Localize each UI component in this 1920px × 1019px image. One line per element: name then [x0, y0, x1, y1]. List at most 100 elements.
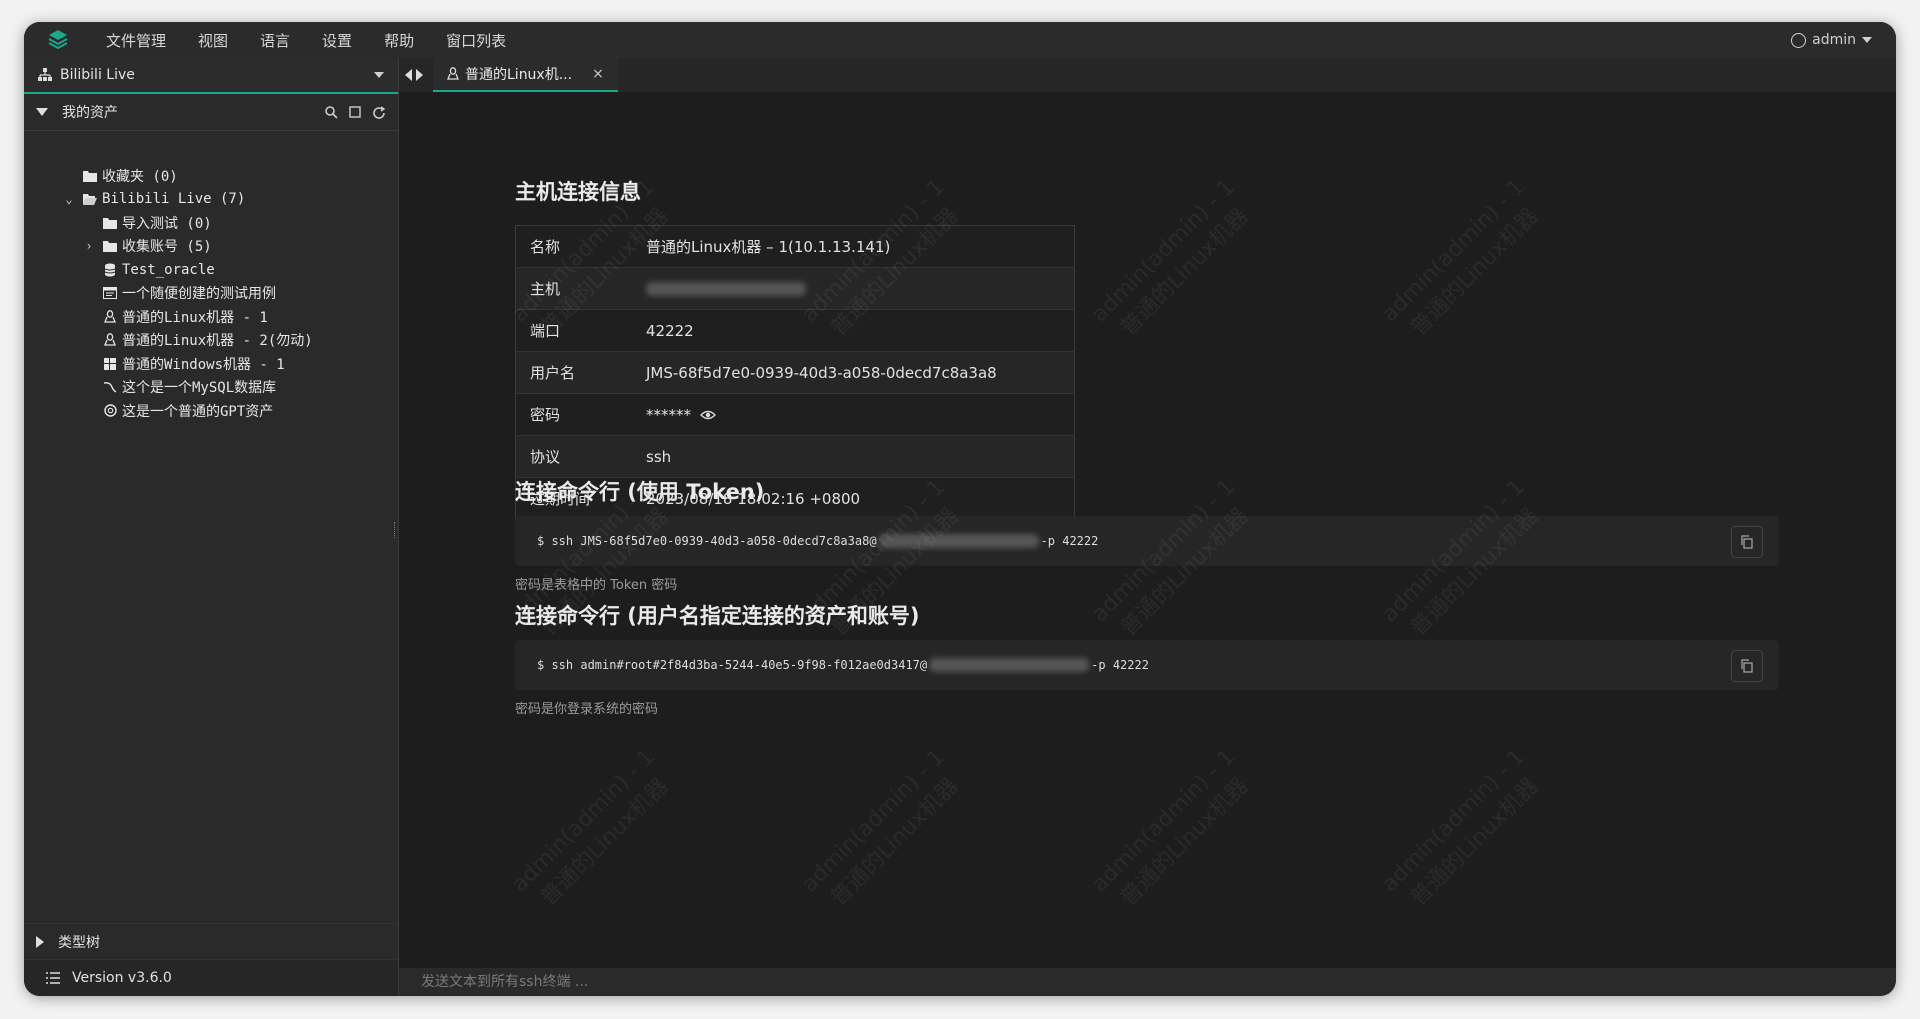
folder-open-icon	[82, 193, 98, 206]
watermark-line: admin(admin) - 1	[1377, 174, 1530, 328]
table-row: 名称 普通的Linux机器 – 1(10.1.13.141)	[515, 225, 1075, 268]
tree-node-label: 这个是一个MySQL数据库	[122, 380, 277, 397]
menu-language[interactable]: 语言	[244, 30, 306, 51]
eye-icon[interactable]	[699, 409, 716, 421]
broadcast-input[interactable]	[419, 973, 1223, 991]
row-key: 密码	[515, 393, 632, 436]
table-row: 端口 42222	[515, 309, 1075, 352]
tree-node-label: Bilibili Live (7)	[102, 191, 246, 208]
command-suffix: -p 42222	[1091, 658, 1149, 672]
menu-file[interactable]: 文件管理	[90, 30, 182, 51]
linux-icon	[447, 67, 459, 80]
tree-node[interactable]: Test_oracle	[24, 258, 398, 282]
command-suffix: -p 42222	[1040, 534, 1099, 548]
folder-icon	[102, 217, 118, 229]
user-icon	[1791, 32, 1807, 48]
close-icon[interactable]: ×	[592, 66, 604, 82]
asset-tree: 收藏夹 (0) ⌄ Bilibili Live (7) 导入测试 (0) › 收集账号 (…	[24, 164, 398, 423]
tab-linux-machine[interactable]: 普通的Linux机... ×	[433, 58, 618, 92]
watermark: admin(admin) - 1普通的Linux机器	[796, 743, 973, 920]
host-info-title: 主机连接信息	[515, 180, 641, 204]
tree-node[interactable]: 普通的Linux机器 - 1	[24, 305, 398, 329]
arrow-left-icon[interactable]	[405, 69, 412, 81]
user-menu[interactable]: admin	[1791, 22, 1872, 58]
tree-node[interactable]: 普通的Windows机器 - 1	[24, 352, 398, 376]
chevron-down-icon[interactable]: ⌄	[62, 192, 76, 206]
row-key: 用户名	[515, 351, 632, 394]
chevron-right-icon[interactable]: ›	[82, 239, 96, 253]
tree-node-label: 收集账号 (5)	[122, 239, 212, 256]
windows-icon	[102, 357, 118, 370]
watermark-line: 普通的Linux机器	[1406, 203, 1544, 341]
search-icon[interactable]	[324, 105, 338, 119]
tree-node-label: 收藏夹 (0)	[102, 168, 178, 185]
my-assets-title: 我的资产	[62, 105, 118, 121]
row-value: 普通的Linux机器 – 1(10.1.13.141)	[632, 225, 1075, 268]
tree-node[interactable]: 这是一个普通的GPT资产	[24, 399, 398, 423]
sidebar-resize-handle[interactable]	[394, 522, 398, 538]
tab-label: 普通的Linux机...	[465, 67, 573, 83]
app-logo-icon	[48, 30, 68, 50]
command-prefix: $ ssh admin#root#2f84d3ba-5244-40e5-9f98…	[537, 658, 928, 672]
type-tree-header[interactable]: 类型树	[24, 923, 398, 960]
copy-button[interactable]	[1731, 526, 1763, 558]
menu-help[interactable]: 帮助	[368, 30, 430, 51]
tab-scroll-arrows[interactable]	[405, 69, 423, 81]
type-tree-title: 类型树	[58, 935, 100, 951]
menu-view[interactable]: 视图	[182, 30, 244, 51]
tree-node[interactable]: ⌄ Bilibili Live (7)	[24, 188, 398, 212]
redacted-host	[646, 282, 806, 296]
tree-node-label: Test_oracle	[122, 261, 215, 278]
watermark-line: 普通的Linux机器	[536, 773, 674, 911]
watermark: admin(admin) - 1普通的Linux机器	[1376, 743, 1553, 920]
copy-icon	[1741, 659, 1753, 673]
arrow-right-icon[interactable]	[416, 69, 423, 81]
watermark: admin(admin) - 1普通的Linux机器	[506, 743, 683, 920]
watermark-line: 普通的Linux机器	[1406, 773, 1544, 911]
redacted-address	[878, 534, 1039, 548]
copy-button[interactable]	[1731, 650, 1763, 682]
user-command-box[interactable]: $ ssh admin#root#2f84d3ba-5244-40e5-9f98…	[515, 640, 1779, 690]
tree-node[interactable]: 这个是一个MySQL数据库	[24, 376, 398, 400]
watermark-line: 普通的Linux机器	[826, 773, 964, 911]
row-value: 42222	[632, 309, 1075, 352]
redacted-address	[929, 658, 1090, 672]
organization-name: Bilibili Live	[60, 67, 135, 83]
linux-icon	[102, 333, 118, 347]
refresh-icon[interactable]	[372, 105, 386, 119]
tree-node-label: 普通的Linux机器 - 2(勿动)	[122, 333, 313, 350]
row-key: 协议	[515, 435, 632, 478]
folder-icon	[102, 240, 118, 253]
app-window: 文件管理 视图 语言 设置 帮助 窗口列表 admin Bilibili Liv…	[24, 22, 1896, 996]
window-icon	[102, 287, 118, 300]
user-command-title: 连接命令行 (用户名指定连接的资产和账号)	[515, 604, 920, 628]
tree-node[interactable]: 一个随便创建的测试用例	[24, 282, 398, 306]
user-command-note: 密码是你登录系统的密码	[515, 702, 659, 717]
tree-node[interactable]: 普通的Linux机器 - 2(勿动)	[24, 329, 398, 353]
watermark: admin(admin) - 1普通的Linux机器	[1086, 173, 1263, 350]
menu-window-list[interactable]: 窗口列表	[430, 30, 522, 51]
tree-node[interactable]: 导入测试 (0)	[24, 211, 398, 235]
database-icon	[102, 263, 118, 277]
watermark-line: admin(admin) - 1	[507, 744, 660, 898]
watermark-line: admin(admin) - 1	[1087, 744, 1240, 898]
tree-node[interactable]: › 收集账号 (5)	[24, 235, 398, 259]
tab-bar: 普通的Linux机... ×	[399, 58, 1896, 92]
collapse-icon[interactable]	[36, 108, 48, 116]
my-assets-header[interactable]: 我的资产	[24, 94, 398, 131]
tree-node-label: 导入测试 (0)	[122, 215, 212, 232]
menu-settings[interactable]: 设置	[306, 30, 368, 51]
watermark-line: admin(admin) - 1	[1087, 174, 1240, 328]
organization-select[interactable]: Bilibili Live	[24, 58, 398, 94]
tree-node[interactable]: 收藏夹 (0)	[24, 164, 398, 188]
tree-node-label: 一个随便创建的测试用例	[122, 286, 276, 303]
chevron-down-icon	[374, 72, 384, 78]
token-command-box[interactable]: $ ssh JMS-68f5d7e0-0939-40d3-a058-0decd7…	[515, 516, 1779, 566]
expand-icon[interactable]	[36, 936, 44, 948]
copy-icon	[1741, 535, 1753, 549]
row-key: 端口	[515, 309, 632, 352]
menu-bar: 文件管理 视图 语言 设置 帮助 窗口列表 admin	[24, 22, 1896, 58]
connection-info-panel: 主机连接信息 名称 普通的Linux机器 – 1(10.1.13.141) 主机…	[399, 92, 1896, 968]
collapse-all-icon[interactable]	[348, 105, 362, 119]
watermark-line: 普通的Linux机器	[1116, 203, 1254, 341]
